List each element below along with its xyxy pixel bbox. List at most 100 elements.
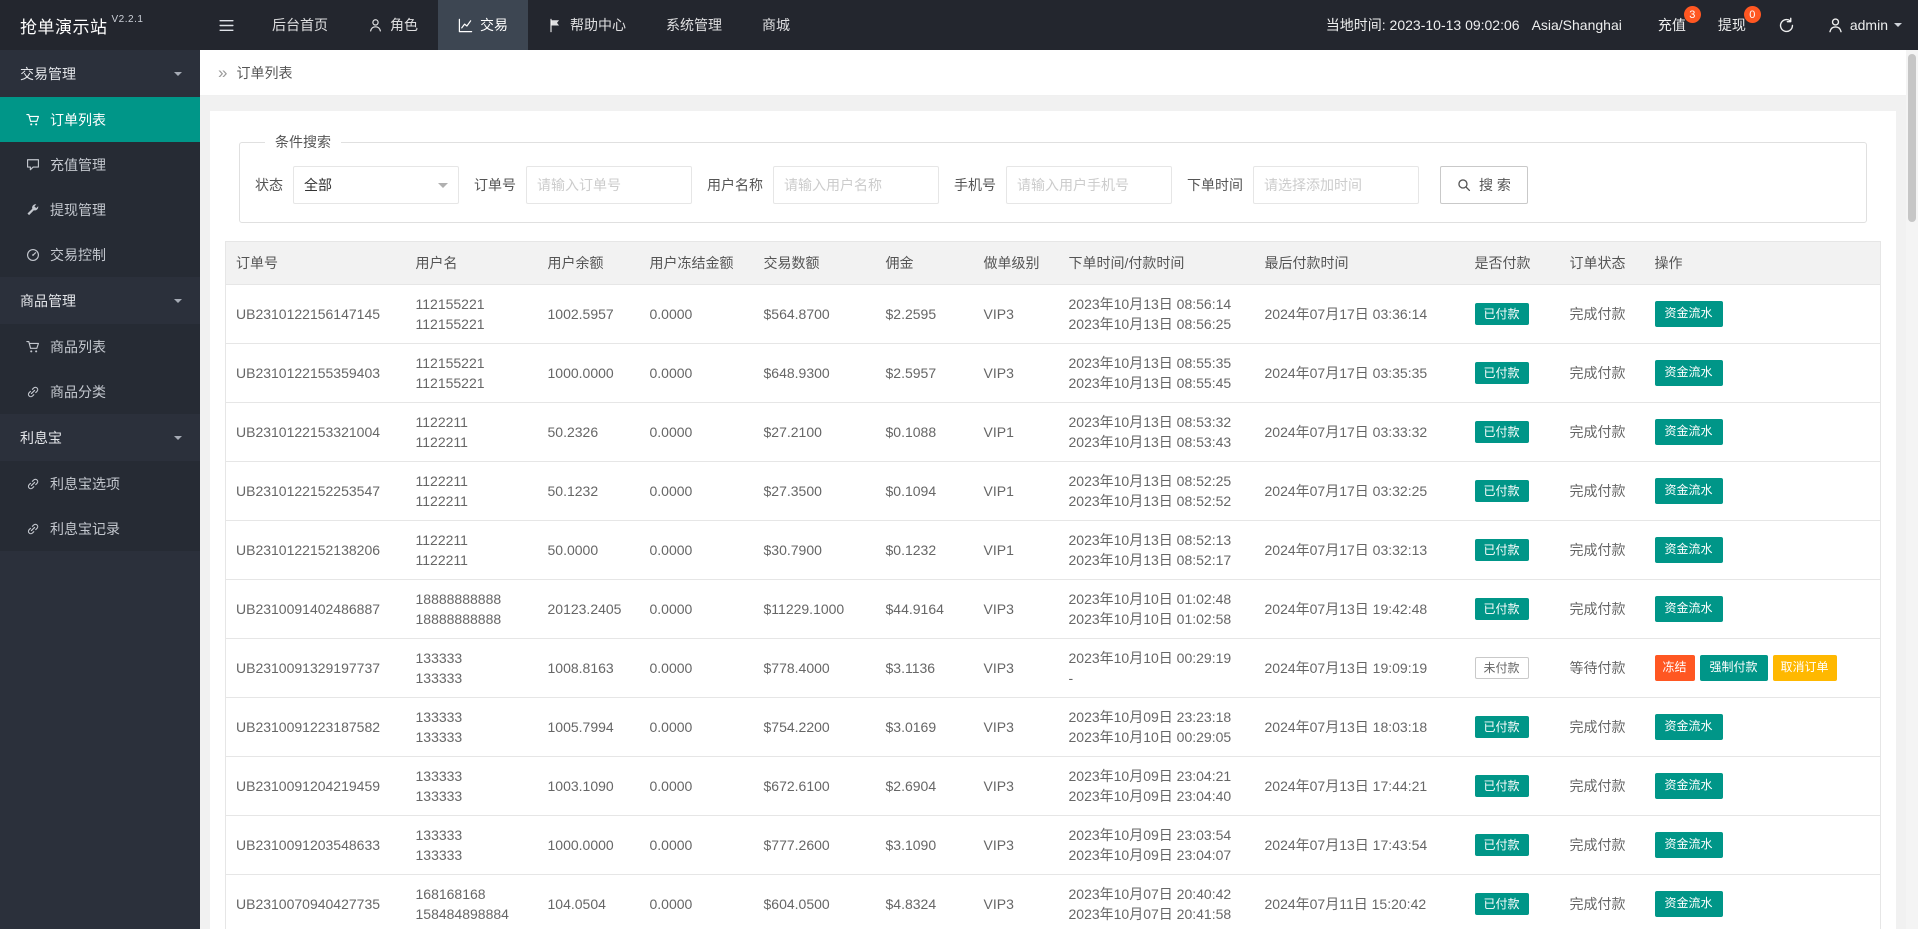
order-no-label: 订单号 — [474, 177, 516, 193]
top-nav-item[interactable]: 商城 — [742, 0, 810, 50]
top-nav-item[interactable]: 后台首页 — [252, 0, 348, 50]
cell-frozen: 0.0000 — [639, 520, 754, 580]
cell-amount: $27.3500 — [753, 461, 876, 521]
cell-username: 133333 133333 — [405, 697, 538, 757]
fund-flow-button[interactable]: 资金流水 — [1654, 419, 1723, 445]
sidebar-item[interactable]: 利息宝记录 — [0, 506, 200, 551]
phone-input[interactable] — [1006, 166, 1172, 204]
fund-flow-button[interactable]: 资金流水 — [1654, 714, 1723, 740]
local-time: 当地时间: 2023-10-13 09:02:06 — [1325, 17, 1520, 33]
cell-actions: 资金流水 — [1644, 815, 1881, 875]
orders-table: 订单号 用户名 用户余额 用户冻结金额 交易数额 佣金 做单级别 下单时间/付款时间 最后付款时… — [225, 241, 1881, 929]
cell-order-status: 完成付款 — [1559, 284, 1645, 344]
fund-flow-button[interactable]: 资金流水 — [1654, 832, 1723, 858]
cell-actions: 资金流水 — [1644, 520, 1881, 580]
order-no-input[interactable] — [526, 166, 692, 204]
chevron-down-icon — [174, 435, 182, 444]
sidebar-item[interactable]: 利息宝选项 — [0, 461, 200, 506]
sidebar-item[interactable]: 商品分类 — [0, 369, 200, 414]
cell-commission: $2.5957 — [875, 343, 974, 403]
cell-actions: 资金流水 — [1644, 579, 1881, 639]
cell-commission: $0.1232 — [875, 520, 974, 580]
status-filter: 状态 全部 — [255, 166, 459, 204]
table-row: UB2310122155359403 112155221 112155221 1000… — [225, 343, 1881, 403]
cell-amount: $777.2600 — [753, 815, 876, 875]
cell-last-pay-time: 2024年07月13日 17:43:54 — [1254, 815, 1465, 875]
chevron-down-icon — [174, 298, 182, 307]
cell-order-status: 完成付款 — [1559, 579, 1645, 639]
admin-menu[interactable]: admin — [1811, 0, 1918, 50]
top-nav-item-label: 角色 — [390, 17, 418, 33]
chart-icon — [458, 18, 473, 33]
cell-balance: 50.1232 — [537, 461, 640, 521]
search-icon — [1457, 178, 1471, 192]
top-nav-item[interactable]: 帮助中心 — [528, 0, 646, 50]
fund-flow-button[interactable]: 资金流水 — [1654, 537, 1723, 563]
link-icon — [26, 385, 40, 399]
sidebar-item[interactable]: 商品列表 — [0, 324, 200, 369]
fund-flow-button[interactable]: 资金流水 — [1654, 596, 1723, 622]
fund-flow-button[interactable]: 资金流水 — [1654, 891, 1723, 917]
top-nav: 后台首页 角色 交易 帮助中心 系统管理 商城 — [252, 0, 810, 50]
main-content: » 订单列表 条件搜索 状态 全部 订单号 请输入订单号 用户名称 请输入用户名… — [200, 50, 1906, 929]
search-panel: 条件搜索 状态 全部 订单号 用户名称 — [239, 132, 1867, 223]
menu-toggle-icon[interactable] — [200, 0, 252, 50]
top-nav-item-label: 交易 — [480, 17, 508, 33]
user-name-input[interactable] — [773, 166, 939, 204]
cell-balance: 1002.5957 — [537, 284, 640, 344]
user-icon — [368, 18, 383, 33]
withdraw-label: 提现 — [1717, 17, 1746, 33]
withdraw-link[interactable]: 提现 0 — [1702, 0, 1762, 50]
sidebar-item[interactable]: 充值管理 — [0, 142, 200, 187]
sidebar-item-label: 订单列表 — [50, 111, 106, 128]
top-nav-item[interactable]: 系统管理 — [646, 0, 742, 50]
table-row: UB2310091223187582 133333 133333 1005.7994 0… — [225, 697, 1881, 757]
cell-amount: $11229.1000 — [753, 579, 876, 639]
column-header: 用户余额 — [537, 241, 640, 285]
cell-balance: 104.0504 — [537, 874, 640, 929]
cancel-order-button[interactable]: 取消订单 — [1772, 655, 1837, 681]
flag-icon — [548, 18, 563, 33]
fund-flow-button[interactable]: 资金流水 — [1654, 360, 1723, 386]
status-select[interactable]: 全部 — [293, 166, 459, 204]
sidebar-item[interactable]: 提现管理 — [0, 187, 200, 232]
search-button[interactable]: 搜 索 — [1440, 166, 1528, 204]
cell-paid: 已付款 — [1464, 520, 1560, 580]
cell-order-status: 完成付款 — [1559, 461, 1645, 521]
fund-flow-button[interactable]: 资金流水 — [1654, 301, 1723, 327]
fund-flow-button[interactable]: 资金流水 — [1654, 773, 1723, 799]
order-time-input[interactable] — [1253, 166, 1419, 204]
cell-last-pay-time: 2024年07月17日 03:33:32 — [1254, 402, 1465, 462]
cell-order-no: UB2310091402486887 — [225, 579, 406, 639]
cell-order-pay-time: 2023年10月13日 08:55:35 2023年10月13日 08:55:45 — [1058, 343, 1255, 403]
cell-username: 168168168 158484898884 — [405, 874, 538, 929]
admin-label: admin — [1849, 17, 1888, 33]
cell-paid: 已付款 — [1464, 284, 1560, 344]
sidebar-group[interactable]: 商品管理 — [0, 277, 200, 324]
recharge-link[interactable]: 充值 3 — [1642, 0, 1702, 50]
sidebar-group[interactable]: 利息宝 — [0, 414, 200, 461]
cell-level: VIP3 — [973, 284, 1059, 344]
refresh-button[interactable] — [1762, 0, 1811, 50]
top-nav-item[interactable]: 角色 — [348, 0, 438, 50]
force-pay-button[interactable]: 强制付款 — [1699, 655, 1768, 681]
app-root: 抢单演示站 V2.2.1 后台首页 角色 交易 帮助中心 系统管理 商城 当地时间: 20… — [0, 0, 1918, 929]
withdraw-badge: 0 — [1743, 6, 1761, 23]
breadcrumb: » 订单列表 — [200, 50, 1906, 96]
top-nav-item[interactable]: 交易 — [438, 0, 528, 50]
cell-last-pay-time: 2024年07月13日 19:09:19 — [1254, 638, 1465, 698]
cell-balance: 50.2326 — [537, 402, 640, 462]
sidebar-group[interactable]: 交易管理 — [0, 50, 200, 97]
table-row: UB2310122152138206 1122211 1122211 50.0000 0… — [225, 520, 1881, 580]
cell-actions: 资金流水 — [1644, 402, 1881, 462]
recharge-label: 充值 — [1657, 17, 1686, 33]
sidebar-item[interactable]: 交易控制 — [0, 232, 200, 277]
page-scrollbar[interactable] — [1906, 50, 1918, 929]
fund-flow-button[interactable]: 资金流水 — [1654, 478, 1723, 504]
scrollbar-thumb[interactable] — [1908, 54, 1916, 222]
column-header: 交易数额 — [753, 241, 876, 285]
sidebar-item[interactable]: 订单列表 — [0, 97, 200, 142]
cell-last-pay-time: 2024年07月17日 03:36:14 — [1254, 284, 1465, 344]
freeze-button[interactable]: 冻结 — [1654, 655, 1695, 681]
cell-actions: 资金流水 — [1644, 756, 1881, 816]
